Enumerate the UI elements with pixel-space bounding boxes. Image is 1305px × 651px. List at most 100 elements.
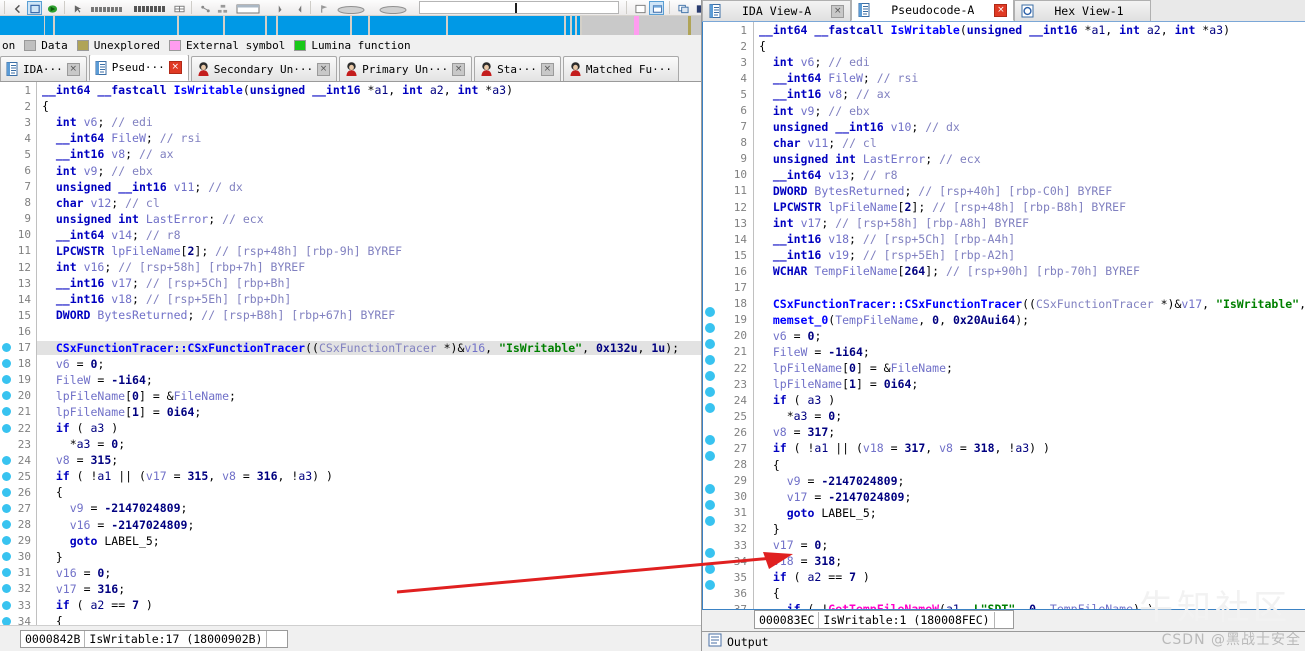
- code-line[interactable]: 11 DWORD BytesReturned; // [rsp+40h] [rb…: [703, 182, 1305, 200]
- breakpoint-marker[interactable]: [0, 536, 12, 546]
- code-line[interactable]: 13 __int16 v17; // [rsp+5Ch] [rbp+Bh]: [0, 275, 701, 292]
- code-line[interactable]: 31 v16 = 0;: [0, 564, 701, 581]
- code-line[interactable]: 24 if ( a3 ): [703, 392, 1305, 414]
- breakpoint-marker[interactable]: [0, 423, 12, 433]
- pointer-left-icon[interactable]: [273, 1, 288, 15]
- code-line[interactable]: 18 v6 = 0;: [0, 355, 701, 372]
- code-line[interactable]: 14 __int16 v18; // [rsp+5Eh] [rbp+Dh]: [0, 291, 701, 308]
- code-line[interactable]: 2{: [0, 98, 701, 115]
- breakpoint-marker[interactable]: [0, 568, 12, 578]
- bytes-view-icon[interactable]: [87, 1, 127, 15]
- breakpoint-marker[interactable]: [0, 455, 12, 465]
- code-line[interactable]: 8 char v11; // cl: [703, 134, 1305, 151]
- breakpoint-marker[interactable]: [0, 375, 12, 385]
- pointer-right-icon[interactable]: [290, 1, 305, 15]
- code-line[interactable]: 12 LPCWSTR lpFileName[2]; // [rsp+48h] […: [703, 199, 1305, 216]
- code-line[interactable]: 22 lpFileName[0] = &FileName;: [703, 359, 1305, 382]
- code-line[interactable]: 29 v9 = -2147024809;: [703, 472, 1305, 494]
- close-icon[interactable]: ×: [831, 4, 845, 18]
- breakpoint-marker[interactable]: [0, 552, 12, 562]
- code-line[interactable]: 20 v6 = 0;: [703, 327, 1305, 349]
- code-line[interactable]: 20 lpFileName[0] = &FileName;: [0, 387, 701, 404]
- code-line[interactable]: 12 int v16; // [rsp+58h] [rbp+7h] BYREF: [0, 259, 701, 276]
- code-line[interactable]: 25 if ( !a1 || (v17 = 315, v8 = 316, !a3…: [0, 468, 701, 485]
- code-line[interactable]: 7 unsigned __int16 v10; // dx: [703, 118, 1305, 135]
- code-line[interactable]: 10 __int64 v13; // r8: [703, 166, 1305, 183]
- breakpoint-marker[interactable]: [0, 600, 12, 610]
- cascade-windows-icon[interactable]: [675, 1, 690, 15]
- close-icon[interactable]: ×: [994, 3, 1008, 17]
- code-line[interactable]: 30 v17 = -2147024809;: [703, 488, 1305, 510]
- flowchart-icon[interactable]: [214, 1, 229, 15]
- code-line[interactable]: 5 __int16 v8; // ax: [0, 146, 701, 163]
- code-line[interactable]: 3 int v6; // edi: [703, 54, 1305, 71]
- window-icon[interactable]: [632, 1, 647, 15]
- breakpoint-marker[interactable]: [0, 520, 12, 530]
- breakpoint-marker[interactable]: [0, 584, 12, 594]
- code-line[interactable]: 9 unsigned int LastError; // ecx: [703, 150, 1305, 167]
- close-icon[interactable]: ×: [168, 61, 182, 74]
- code-line[interactable]: 21 lpFileName[1] = 0i64;: [0, 403, 701, 420]
- breakpoint-marker[interactable]: [0, 487, 12, 497]
- cursor-icon[interactable]: [70, 1, 85, 15]
- code-line[interactable]: 27 v9 = -2147024809;: [0, 500, 701, 517]
- close-icon[interactable]: ×: [317, 62, 331, 76]
- left-tab-2[interactable]: Secondary Un··· ×: [190, 56, 338, 81]
- code-line[interactable]: 28 {: [703, 456, 1305, 473]
- code-line[interactable]: 26 {: [0, 484, 701, 501]
- dark-square-icon[interactable]: [692, 1, 701, 15]
- code-line[interactable]: 34 {: [0, 613, 701, 625]
- breakpoint-marker[interactable]: [0, 471, 12, 481]
- code-line[interactable]: 3 int v6; // edi: [0, 114, 701, 131]
- left-tab-3[interactable]: Primary Un··· ×: [339, 56, 473, 81]
- right-tab-1[interactable]: Pseudocode-A ×: [851, 0, 1015, 21]
- right-tab-0[interactable]: IDA View-A ×: [702, 0, 852, 21]
- code-line[interactable]: 33 v17 = 0;: [703, 537, 1305, 559]
- close-icon[interactable]: ×: [452, 62, 466, 76]
- close-icon[interactable]: ×: [540, 62, 554, 76]
- left-tab-5[interactable]: Matched Fu···: [562, 56, 680, 81]
- pseudocode-view-right[interactable]: 1 __int64 __fastcall IsWritable(unsigned …: [702, 22, 1305, 610]
- code-line[interactable]: 23 lpFileName[1] = 0i64;: [703, 376, 1305, 398]
- code-line[interactable]: 7 unsigned __int16 v11; // dx: [0, 178, 701, 195]
- navigator-band[interactable]: [0, 16, 701, 35]
- code-line[interactable]: 2{: [703, 38, 1305, 55]
- code-line[interactable]: 25 *a3 = 0;: [703, 408, 1305, 425]
- right-tab-2[interactable]: Hex View-1: [1014, 0, 1151, 21]
- code-line[interactable]: 10 __int64 v14; // r8: [0, 226, 701, 243]
- code-line[interactable]: 33 if ( a2 == 7 ): [0, 597, 701, 614]
- code-line[interactable]: 15 DWORD BytesReturned; // [rsp+B8h] [rb…: [0, 307, 701, 324]
- code-line[interactable]: 8 char v12; // cl: [0, 194, 701, 211]
- breakpoint-list-icon[interactable]: [333, 1, 373, 15]
- pseudocode-view-left[interactable]: 1 __int64 __fastcall IsWritable(unsigned …: [0, 82, 701, 625]
- code-line[interactable]: 1 __int64 __fastcall IsWritable(unsigned …: [703, 22, 1305, 39]
- code-line[interactable]: 6 int v9; // ebx: [703, 102, 1305, 119]
- code-line[interactable]: 17: [703, 279, 1305, 296]
- left-tab-4[interactable]: Sta··· ×: [474, 56, 561, 81]
- code-line[interactable]: 5 __int16 v8; // ax: [703, 86, 1305, 103]
- close-icon[interactable]: ×: [66, 62, 80, 76]
- code-line[interactable]: 1 __int64 __fastcall IsWritable(unsigned …: [0, 82, 701, 99]
- code-line[interactable]: 28 v16 = -2147024809;: [0, 516, 701, 533]
- code-line[interactable]: 13 int v17; // [rsp+58h] [rbp-A8h] BYREF: [703, 215, 1305, 232]
- code-line[interactable]: 27 if ( !a1 || (v18 = 317, v8 = 318, !a3…: [703, 440, 1305, 462]
- breakpoint-marker[interactable]: [0, 407, 12, 417]
- code-line[interactable]: 9 unsigned int LastError; // ecx: [0, 210, 701, 227]
- window-active-icon[interactable]: [649, 0, 664, 15]
- code-line[interactable]: 26 v8 = 317;: [703, 424, 1305, 446]
- back-arrow-icon[interactable]: [10, 1, 25, 15]
- code-line[interactable]: 19 memset_0(TempFileName, 0, 0x20Aui64);: [703, 311, 1305, 333]
- hex-view-icon[interactable]: [129, 1, 169, 15]
- code-line[interactable]: 15 __int16 v19; // [rsp+5Eh] [rbp-A2h]: [703, 247, 1305, 264]
- code-line[interactable]: 29 goto LABEL_5;: [0, 532, 701, 549]
- left-tab-1[interactable]: Pseud··· ×: [88, 55, 189, 81]
- code-line[interactable]: 23 *a3 = 0;: [0, 436, 701, 453]
- code-line[interactable]: 16: [0, 323, 701, 340]
- play-green-icon[interactable]: [44, 1, 59, 15]
- jump-address-input[interactable]: [419, 1, 619, 14]
- breakpoint-marker[interactable]: [0, 616, 12, 625]
- code-line[interactable]: 32 }: [703, 520, 1305, 537]
- code-line[interactable]: 31 goto LABEL_5;: [703, 504, 1305, 526]
- code-line[interactable]: 14 __int16 v18; // [rsp+5Ch] [rbp-A4h]: [703, 231, 1305, 248]
- flag-icon[interactable]: [316, 1, 331, 15]
